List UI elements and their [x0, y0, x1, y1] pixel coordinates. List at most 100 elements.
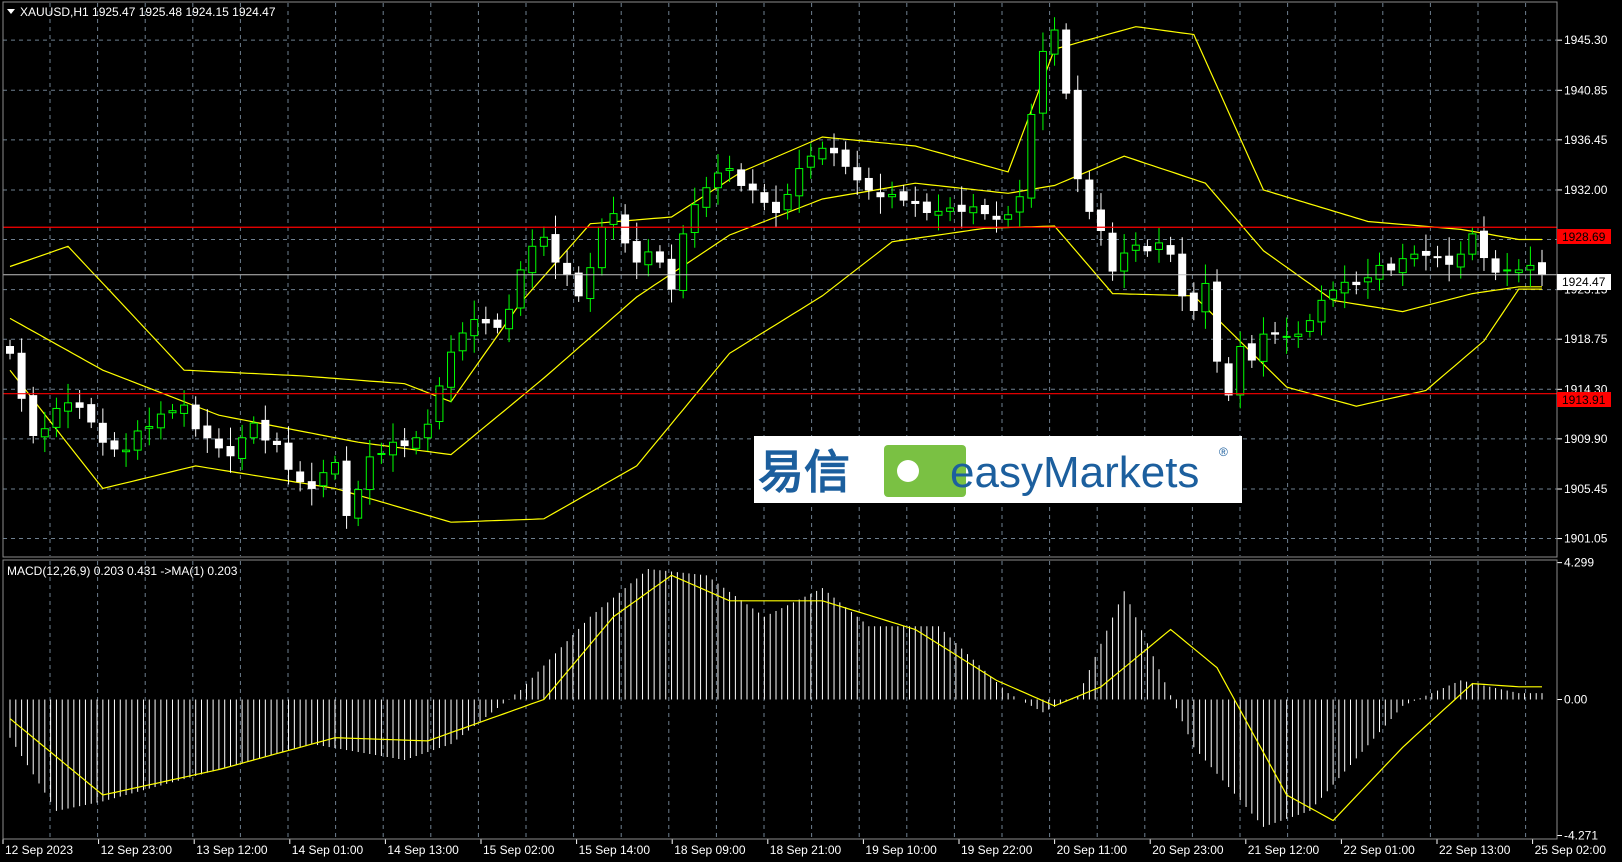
candle-body — [180, 404, 189, 414]
candle-body — [1387, 263, 1396, 271]
candle-body — [609, 213, 618, 225]
time-tick-label: 12 Sep 23:00 — [101, 843, 173, 857]
candle-body — [772, 201, 780, 213]
candle-body — [423, 423, 432, 439]
candle-body — [725, 168, 734, 171]
candle-body — [493, 319, 502, 328]
candle-body — [934, 210, 943, 216]
candle-body — [551, 234, 560, 263]
level-tag-lower: 1913.91 — [1562, 393, 1606, 407]
candle-body — [214, 438, 223, 449]
candle-body — [737, 169, 746, 186]
candle-body — [621, 214, 630, 244]
price-tick-label: 1909.90 — [1564, 432, 1608, 446]
time-tick-label: 14 Sep 13:00 — [387, 843, 459, 857]
time-tick-label: 14 Sep 01:00 — [292, 843, 364, 857]
candle-body — [1120, 252, 1129, 272]
chart-background — [0, 0, 1622, 862]
candle — [679, 225, 688, 299]
candle-body — [249, 422, 258, 439]
candle-body — [1538, 262, 1546, 275]
candle-body — [1479, 230, 1488, 259]
candle-body — [1189, 292, 1198, 311]
candle-body — [1282, 335, 1291, 338]
candle-body — [1236, 346, 1245, 396]
candle-body — [1038, 50, 1047, 114]
candle-body — [1445, 255, 1454, 265]
price-tick-label: 1932.00 — [1564, 183, 1608, 197]
candle-body — [1073, 89, 1082, 180]
candle-body — [876, 192, 885, 198]
candle-body — [586, 267, 595, 300]
candle-body — [156, 413, 165, 429]
candle-body — [365, 456, 374, 491]
candle-body — [702, 187, 711, 208]
time-tick-label: 13 Sep 12:00 — [196, 843, 268, 857]
time-tick-label: 18 Sep 09:00 — [674, 843, 746, 857]
candle-body — [330, 462, 339, 475]
candle-body — [1398, 258, 1407, 274]
time-tick-label: 22 Sep 01:00 — [1343, 843, 1415, 857]
candle-body — [52, 407, 61, 428]
candle-body — [597, 226, 606, 269]
candle-body — [203, 425, 212, 439]
candle-body — [191, 404, 200, 430]
candle-body — [435, 385, 444, 423]
candle-body — [1213, 281, 1222, 362]
candle-body — [1143, 246, 1152, 252]
candle — [1073, 75, 1082, 193]
candle-body — [505, 308, 514, 330]
candle-body — [168, 410, 177, 414]
candle-body — [1363, 277, 1372, 283]
candle-body — [1027, 114, 1036, 199]
candle-body — [853, 167, 862, 181]
candle-body — [783, 193, 792, 211]
time-tick-label: 18 Sep 21:00 — [770, 843, 842, 857]
candle-body — [1259, 333, 1268, 362]
symbol-header: XAUUSD,H1 1925.47 1925.48 1924.15 1924.4… — [20, 5, 276, 19]
candle-body — [632, 241, 641, 263]
candle-body — [296, 471, 305, 483]
candle-body — [655, 251, 664, 263]
time-tick-label: 12 Sep 2023 — [5, 843, 73, 857]
candle-body — [1421, 250, 1430, 256]
candle-body — [458, 332, 467, 352]
candle-body — [122, 449, 131, 453]
candle-body — [899, 191, 908, 201]
trading-chart[interactable]: 1945.301940.851936.451932.001927.601923.… — [0, 0, 1622, 862]
candle — [1213, 269, 1222, 373]
candle-body — [539, 236, 548, 247]
candle-body — [17, 352, 26, 399]
candle-body — [40, 428, 49, 438]
candle-body — [946, 207, 955, 212]
logo-cn-text: 易信 — [758, 445, 850, 499]
candle-body — [29, 395, 38, 436]
candle-body — [481, 318, 490, 324]
candle — [1224, 357, 1233, 402]
candle-body — [911, 200, 920, 204]
candle-body — [342, 460, 351, 516]
candle-body — [1329, 289, 1338, 300]
candle-body — [6, 346, 14, 354]
candle-body — [1340, 281, 1349, 294]
candle — [29, 386, 38, 444]
macd-tick-label: 4.299 — [1564, 556, 1594, 570]
candle-body — [818, 147, 827, 160]
candle-body — [1015, 196, 1024, 213]
candle-body — [1375, 264, 1384, 280]
candle-body — [1352, 281, 1361, 286]
candle-body — [841, 149, 850, 167]
logo-registered-mark: ® — [1219, 445, 1228, 459]
candle-body — [1294, 333, 1303, 337]
candle-body — [980, 205, 989, 215]
candle-body — [957, 204, 966, 212]
candle-body — [806, 155, 815, 168]
logo-brand-text: easyMarkets — [950, 448, 1199, 497]
candle-body — [412, 437, 421, 449]
time-tick-label: 19 Sep 22:00 — [961, 843, 1033, 857]
time-tick-label: 15 Sep 02:00 — [483, 843, 555, 857]
candle-body — [98, 422, 107, 443]
candle-body — [1247, 343, 1256, 361]
candle-body — [864, 177, 873, 191]
time-tick-label: 20 Sep 23:00 — [1152, 843, 1224, 857]
